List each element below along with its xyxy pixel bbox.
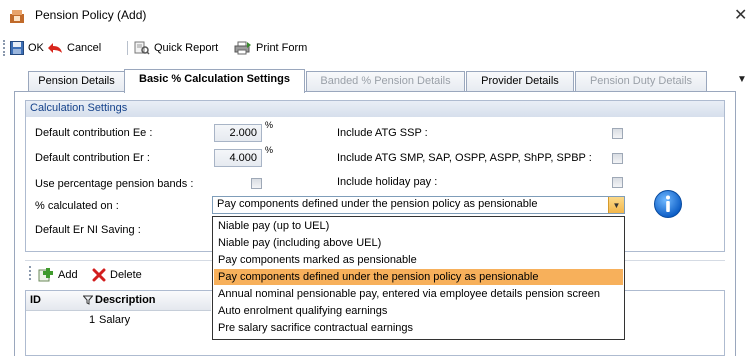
report-icon [134,41,150,55]
tab-scroll-down-icon[interactable]: ▼ [737,74,747,85]
tab-provider-details[interactable]: Provider Details [466,71,574,91]
cancel-label: Cancel [67,42,102,54]
filter-icon[interactable] [83,295,93,305]
holiday-pay-label: Include holiday pay : [337,176,438,188]
quick-report-button[interactable]: Quick Report [134,38,218,58]
add-icon [38,268,53,282]
column-header-description[interactable]: Description [95,294,156,306]
ok-button[interactable]: OK [10,38,44,58]
atg-smp-label: Include ATG SMP, SAP, OSPP, ASPP, ShPP, … [337,152,592,164]
print-icon [234,41,251,55]
column-header-id[interactable]: ID [30,294,41,306]
ee-contribution-label: Default contribution Ee : [35,127,153,139]
app-icon [10,10,24,23]
delete-button[interactable]: Delete [92,265,142,285]
calculated-on-dropdown: Niable pay (up to UEL) Niable pay (inclu… [212,216,625,340]
add-button[interactable]: Add [38,265,78,285]
pension-bands-checkbox[interactable] [251,178,262,189]
pension-bands-label: Use percentage pension bands : [35,178,194,190]
grid-toolbar-grip[interactable] [29,266,31,280]
close-button[interactable]: ✕ [734,5,747,25]
print-form-label: Print Form [256,42,308,54]
er-ni-saving-label: Default Er NI Saving : [35,224,141,236]
dropdown-option-selected[interactable]: Pay components defined under the pension… [214,269,623,285]
print-form-button[interactable]: Print Form [234,38,307,58]
info-icon[interactable] [653,189,683,219]
atg-ssp-checkbox[interactable] [612,128,623,139]
quick-report-label: Quick Report [154,42,219,54]
holiday-pay-checkbox[interactable] [612,177,623,188]
back-arrow-icon [48,43,62,53]
delete-label: Delete [110,269,142,281]
calculated-on-value: Pay components defined under the pension… [217,198,538,210]
atg-smp-checkbox[interactable] [612,153,623,164]
er-contribution-input[interactable]: 4.000 [214,149,262,167]
er-percent-symbol: % [265,145,274,155]
ee-percent-symbol: % [265,120,274,130]
ok-label: OK [28,42,44,54]
tab-pension-duty-details[interactable]: Pension Duty Details [575,71,707,91]
row-id-cell[interactable]: 1 [89,314,95,326]
row-description-cell[interactable]: Salary [99,314,130,326]
atg-ssp-label: Include ATG SSP : [337,127,428,139]
group-header [26,101,724,117]
ee-contribution-input[interactable]: 2.000 [214,124,262,142]
add-label: Add [58,269,78,281]
window-title: Pension Policy (Add) [35,8,147,22]
dropdown-option[interactable]: Pay components marked as pensionable [214,252,623,268]
er-contribution-label: Default contribution Er : [35,152,150,164]
tab-basic-calculation-settings[interactable]: Basic % Calculation Settings [124,69,305,93]
dropdown-option[interactable]: Auto enrolment qualifying earnings [214,303,623,319]
tab-pension-details[interactable]: Pension Details [28,71,125,91]
tab-banded-pension-details[interactable]: Banded % Pension Details [306,71,465,91]
toolbar-separator [127,41,128,55]
save-icon [10,41,24,55]
group-title: Calculation Settings [30,102,128,114]
dropdown-option[interactable]: Pre salary sacrifice contractual earning… [214,320,623,336]
dropdown-option[interactable]: Annual nominal pensionable pay, entered … [214,286,623,302]
dropdown-option[interactable]: Niable pay (up to UEL) [214,218,623,234]
calculated-on-label: % calculated on : [35,200,119,212]
chevron-down-icon[interactable]: ▼ [608,197,624,213]
cancel-button[interactable]: Cancel [47,38,101,58]
toolbar-grip[interactable] [3,40,5,56]
dropdown-option[interactable]: Niable pay (including above UEL) [214,235,623,251]
delete-icon [92,268,106,282]
